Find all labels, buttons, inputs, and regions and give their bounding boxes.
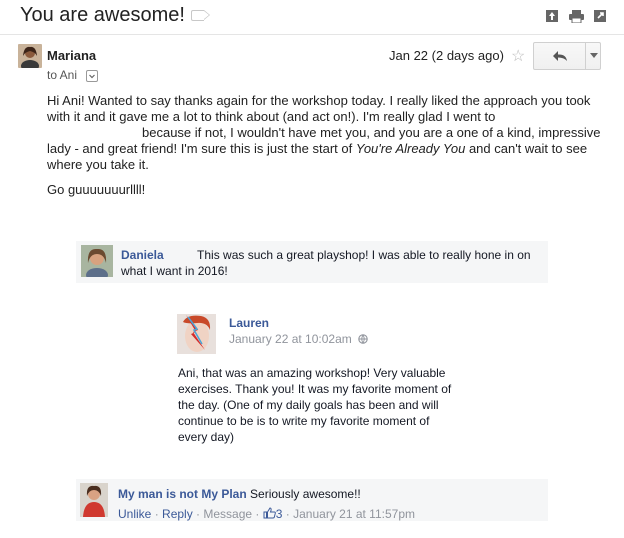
unlike-link[interactable]: Unlike	[118, 507, 151, 521]
label-tag-icon[interactable]	[191, 10, 210, 21]
commenter-name[interactable]: Daniela	[121, 248, 164, 262]
new-window-icon[interactable]	[593, 9, 607, 23]
comment-body: Ani, that was an amazing workshop! Very …	[178, 366, 452, 444]
email-subject: You are awesome!	[20, 4, 185, 26]
sender-avatar[interactable]	[18, 44, 42, 68]
like-count[interactable]: 3	[276, 507, 283, 521]
header-divider	[0, 34, 624, 35]
commenter-name[interactable]: My man is not My Plan	[118, 487, 247, 501]
commenter-avatar[interactable]	[80, 483, 108, 517]
commenter-name[interactable]: Lauren	[229, 316, 269, 330]
comment-line: My man is not My Plan Seriously awesome!…	[118, 487, 361, 501]
body-italic-title: You're Already You	[355, 141, 466, 156]
email-date: Jan 22 (2 days ago)	[389, 48, 504, 63]
commenter-avatar[interactable]	[177, 314, 216, 354]
comment-actions: Unlike · Reply · Message · 3 · January 2…	[118, 507, 415, 521]
email-body: Hi Ani! Wanted to say thanks again for t…	[47, 93, 607, 173]
reply-link[interactable]: Reply	[162, 507, 193, 521]
archive-icon[interactable]	[545, 9, 559, 23]
chevron-down-icon[interactable]	[590, 53, 598, 58]
details-chevron-icon[interactable]	[86, 70, 98, 82]
reply-icon	[553, 51, 567, 61]
commenter-avatar[interactable]	[81, 245, 113, 277]
globe-icon	[358, 334, 368, 344]
comment-timestamp[interactable]: January 22 at 10:02am	[229, 332, 368, 346]
recipient-label: to Ani	[47, 68, 78, 82]
comment-text: Daniela This was such a great playshop! …	[121, 247, 541, 279]
comment-date: January 22 at 10:02am	[229, 332, 352, 346]
print-icon[interactable]	[569, 9, 584, 24]
comment-body: Seriously awesome!!	[250, 487, 361, 501]
comment-date[interactable]: January 21 at 11:57pm	[293, 507, 415, 521]
star-icon[interactable]: ☆	[511, 46, 525, 66]
message-link[interactable]: Message	[203, 507, 252, 521]
reply-button-separator	[585, 42, 586, 70]
thumbs-up-icon	[263, 507, 276, 519]
body-line-1: Hi Ani! Wanted to say thanks again for t…	[47, 93, 591, 124]
sign-off: Go guuuuuuurllll!	[47, 182, 146, 197]
comment-body: This was such a great playshop! I was ab…	[121, 248, 531, 278]
sender-name: Mariana	[47, 48, 97, 63]
